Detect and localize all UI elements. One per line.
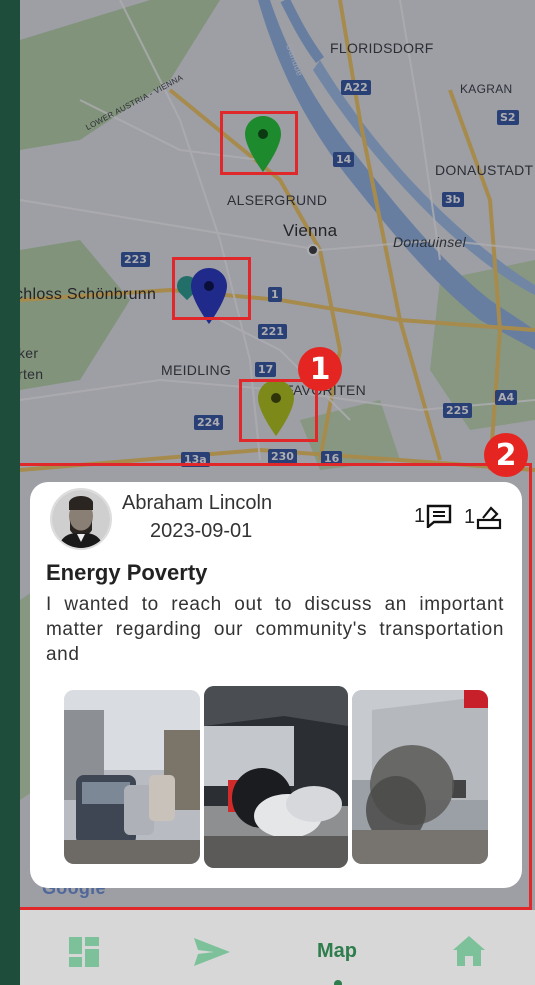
road-shield-s2: S2 [497, 110, 519, 125]
map-label-ker: ker [20, 345, 39, 361]
app-frame: FLORIDSDORF KAGRAN DONAUSTADT ALSERGRUND… [20, 0, 535, 985]
road-shield-3b: 3b [442, 192, 464, 207]
map-label-vienna: Vienna [283, 221, 338, 240]
post-body: I wanted to reach out to discuss an impo… [46, 594, 504, 665]
post-photo-exhaust-1[interactable] [204, 686, 348, 868]
road-shield-1: 1 [268, 287, 282, 302]
city-center-marker [307, 244, 319, 256]
road-shield-14: 14 [333, 152, 355, 167]
nav-map-label[interactable]: Map [317, 940, 357, 963]
comments-stat[interactable]: 1 [414, 504, 452, 528]
map-label-floridsdorf: FLORIDSDORF [330, 40, 434, 56]
road-shield-17: 17 [255, 362, 277, 377]
comment-icon [426, 504, 452, 528]
home-icon[interactable] [451, 934, 487, 968]
send-icon[interactable] [192, 936, 232, 968]
post-title: Energy Poverty [46, 560, 208, 585]
author-name[interactable]: Abraham Lincoln [122, 492, 272, 515]
highlight-box-navy-pin [172, 257, 251, 320]
road-shield-223: 223 [121, 252, 150, 267]
map-label-schoenbrunn: chloss Schönbrunn [20, 286, 157, 303]
votes-count: 1 [464, 505, 476, 528]
comments-count: 1 [414, 504, 426, 527]
road-shield-225: 225 [443, 403, 472, 418]
road-shield-224: 224 [194, 415, 223, 430]
annotation-badge-1: 1 [298, 347, 342, 391]
post-card[interactable]: Abraham Lincoln 2023-09-01 1 1 Energy Po… [30, 482, 522, 888]
map-label-alsergrund: ALSERGRUND [227, 192, 328, 208]
map-label-rten: rten [20, 366, 44, 382]
map-label-kagran: KAGRAN [460, 82, 513, 96]
vote-box-icon [477, 506, 502, 530]
road-shield-a22: A22 [341, 80, 371, 95]
highlight-box-olive-pin [239, 379, 318, 442]
annotation-badge-2: 2 [484, 433, 528, 477]
votes-stat[interactable]: 1 [464, 504, 502, 530]
road-shield-a4: A4 [495, 390, 518, 405]
bottom-nav: Map [20, 910, 535, 985]
nav-active-indicator [334, 980, 342, 985]
post-date: 2023-09-01 [150, 520, 253, 542]
dashboard-icon[interactable] [68, 936, 100, 968]
highlight-box-green-pin [220, 111, 298, 175]
map-label-meidling: MEIDLING [161, 362, 232, 378]
avatar[interactable] [50, 488, 112, 550]
post-photo-exhaust-2[interactable] [352, 690, 488, 864]
map-label-donaustadt: DONAUSTADT [435, 162, 534, 178]
road-shield-221: 221 [258, 324, 287, 339]
road-shield-230: 230 [268, 449, 297, 464]
map-label-donauinsel: Donauinsel [393, 234, 467, 250]
post-photo-traffic[interactable] [64, 690, 200, 864]
